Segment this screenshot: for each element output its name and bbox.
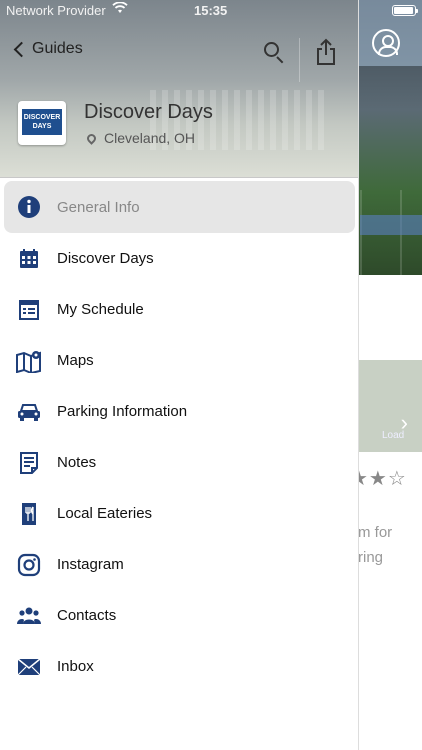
chevron-left-icon <box>13 41 30 57</box>
info-icon <box>16 194 42 220</box>
share-icon[interactable] <box>315 38 337 66</box>
location-pin-icon <box>85 131 98 145</box>
menu-label: Inbox <box>57 658 94 675</box>
menu-item-inbox[interactable]: Inbox <box>0 641 358 692</box>
location-text: Cleveland, OH <box>104 130 196 146</box>
menu-item-discover-days[interactable]: Discover Days <box>0 233 358 284</box>
mail-icon <box>16 654 42 680</box>
menu-label: My Schedule <box>57 301 144 318</box>
car-icon <box>16 399 42 425</box>
menu-item-general-info[interactable]: General Info <box>4 181 355 233</box>
menu-item-notes[interactable]: Notes <box>0 437 358 488</box>
back-label: Guides <box>32 40 83 57</box>
search-icon[interactable] <box>262 40 286 64</box>
battery-icon <box>392 5 418 16</box>
menu-label: Contacts <box>57 607 117 624</box>
menu-item-local-eateries[interactable]: Local Eateries <box>0 488 358 539</box>
crowd-graphic <box>360 215 422 235</box>
guide-logo: DISCOVER DAYS <box>18 101 66 145</box>
status-bar: Network Provider 15:35 <box>0 0 422 22</box>
schedule-icon <box>16 297 42 323</box>
background-text: m for ring <box>358 520 392 570</box>
menu-item-maps[interactable]: Maps <box>0 335 358 386</box>
menu-label: Maps <box>57 352 94 369</box>
background-text-line: ring <box>358 549 384 566</box>
menu-label: General Info <box>57 198 140 216</box>
drawer-menu: General Info Discover Days My Schedule M… <box>0 181 358 692</box>
menu-item-my-schedule[interactable]: My Schedule <box>0 284 358 335</box>
drawer-header: Guides DISCOVER DAYS Discover Days Cleve… <box>0 0 358 178</box>
map-icon <box>16 348 42 374</box>
menu-label: Local Eateries <box>57 505 153 522</box>
menu-label: Notes <box>57 454 97 471</box>
banner-caption: Load <box>382 430 405 441</box>
network-provider: Network Provider <box>6 3 106 18</box>
menu-item-contacts[interactable]: Contacts <box>0 590 358 641</box>
clock: 15:35 <box>194 3 228 18</box>
menu-label: Discover Days <box>57 250 154 267</box>
background-text-line: m for <box>358 524 393 541</box>
menu-label: Parking Information <box>57 403 188 420</box>
guide-location: Cleveland, OH <box>84 130 195 146</box>
menu-item-parking-information[interactable]: Parking Information <box>0 386 358 437</box>
logo-text: DISCOVER DAYS <box>22 109 62 135</box>
menu-item-instagram[interactable]: Instagram <box>0 539 358 590</box>
header-divider <box>299 38 300 82</box>
note-icon <box>16 450 42 476</box>
wifi-icon <box>112 1 128 17</box>
instagram-icon <box>16 552 42 578</box>
menu-label: Instagram <box>57 556 124 573</box>
contacts-icon <box>16 603 42 629</box>
guide-title: Discover Days <box>84 101 213 123</box>
back-button[interactable]: Guides <box>13 40 83 58</box>
calendar-icon <box>16 246 42 272</box>
side-drawer: Guides DISCOVER DAYS Discover Days Cleve… <box>0 0 359 750</box>
profile-icon[interactable] <box>372 29 400 57</box>
background-banner[interactable]: › Load <box>358 360 422 452</box>
restaurant-icon <box>16 501 42 527</box>
